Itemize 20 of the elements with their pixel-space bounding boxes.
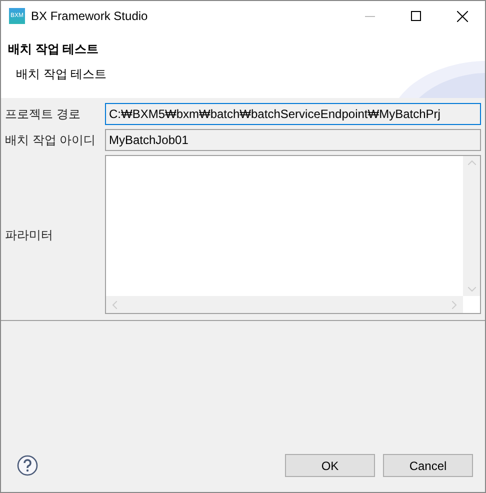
text-field[interactable]: MyBatchJob01 (105, 129, 481, 151)
help-button[interactable] (17, 455, 38, 476)
parameters-textarea[interactable] (105, 155, 481, 314)
field-label: 배치 작업 아이디 (5, 132, 97, 149)
dialog-button[interactable]: Cancel (383, 454, 473, 477)
vertical-scrollbar[interactable] (463, 156, 480, 296)
scroll-left-icon (112, 300, 117, 308)
close-icon (456, 10, 468, 22)
header-description: 배치 작업 테스트 (16, 66, 108, 83)
text-field[interactable]: C:₩BXM5₩bxm₩batch₩batchServiceEndpoint₩MyBatchPrj (105, 103, 481, 125)
header-title: 배치 작업 테스트 (8, 41, 100, 58)
window-title: BX Framework Studio (31, 8, 148, 25)
scroll-down-icon (468, 287, 476, 292)
field-label: 프로젝트 경로 (5, 106, 82, 123)
field-label: 파라미터 (5, 226, 54, 244)
help-icon (17, 455, 38, 476)
scroll-right-icon (452, 300, 457, 308)
horizontal-scrollbar[interactable] (106, 296, 463, 313)
scroll-up-icon (468, 160, 476, 165)
dialog-button[interactable]: OK (285, 454, 375, 477)
